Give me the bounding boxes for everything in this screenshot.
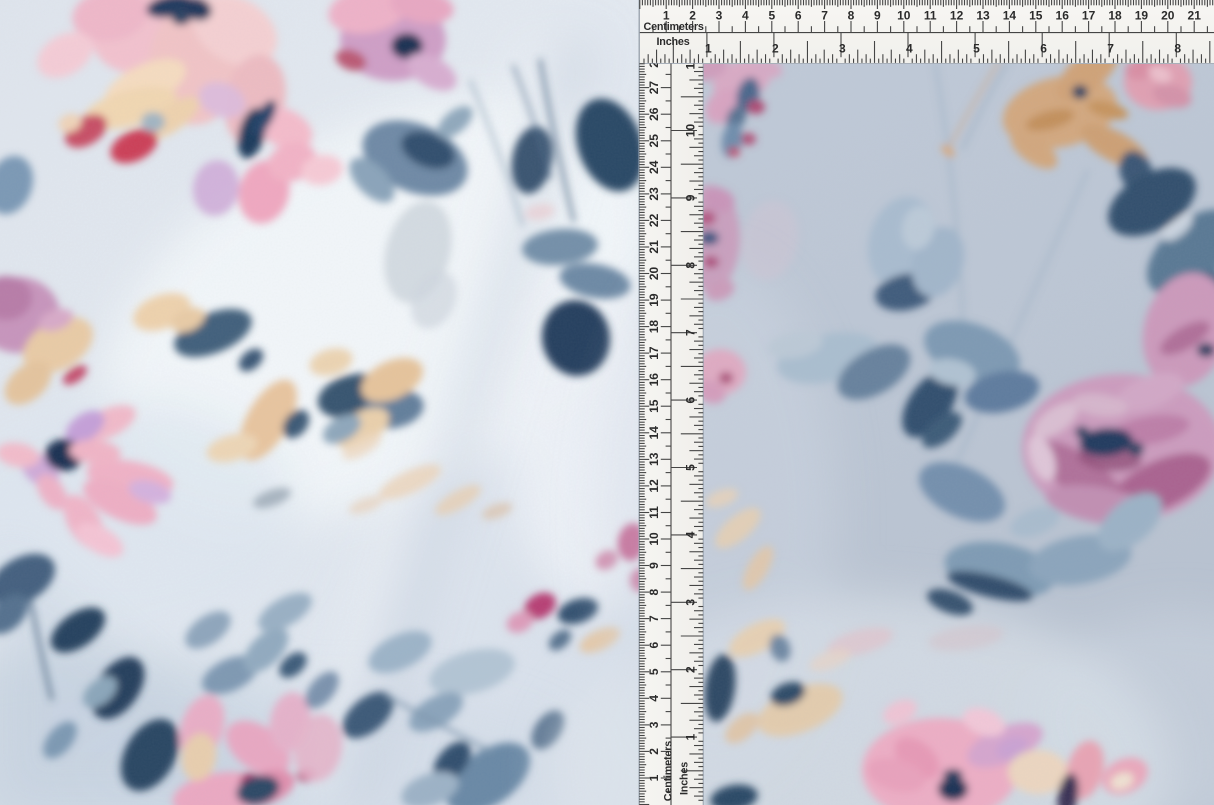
- svg-text:9: 9: [684, 194, 698, 201]
- svg-text:1: 1: [647, 774, 661, 781]
- svg-text:18: 18: [1108, 8, 1122, 22]
- svg-text:25: 25: [647, 134, 661, 148]
- svg-text:22: 22: [647, 213, 661, 227]
- svg-text:19: 19: [647, 293, 661, 307]
- svg-text:8: 8: [647, 588, 661, 595]
- svg-text:27: 27: [647, 81, 661, 95]
- svg-text:Centimeters: Centimeters: [644, 21, 704, 33]
- svg-text:6: 6: [647, 642, 661, 649]
- svg-text:20: 20: [647, 267, 661, 281]
- svg-text:6: 6: [1040, 42, 1047, 56]
- svg-text:17: 17: [647, 346, 661, 360]
- svg-text:3: 3: [647, 721, 661, 728]
- svg-text:10: 10: [647, 532, 661, 546]
- svg-text:1: 1: [663, 8, 670, 22]
- svg-text:7: 7: [821, 8, 828, 22]
- svg-text:21: 21: [647, 240, 661, 254]
- svg-text:16: 16: [1056, 8, 1070, 22]
- svg-text:21: 21: [1188, 8, 1202, 22]
- svg-text:5: 5: [647, 668, 661, 675]
- svg-text:13: 13: [647, 452, 661, 466]
- svg-text:15: 15: [647, 399, 661, 413]
- svg-text:11: 11: [647, 506, 661, 519]
- svg-text:1: 1: [705, 42, 712, 56]
- svg-text:5: 5: [973, 42, 980, 56]
- svg-text:12: 12: [647, 479, 661, 493]
- svg-text:5: 5: [768, 8, 775, 22]
- svg-text:7: 7: [647, 615, 661, 622]
- svg-text:3: 3: [839, 42, 846, 56]
- svg-text:23: 23: [647, 187, 661, 201]
- svg-text:20: 20: [1161, 8, 1175, 22]
- svg-text:12: 12: [950, 8, 964, 22]
- svg-text:26: 26: [647, 107, 661, 121]
- svg-text:7: 7: [1107, 42, 1114, 56]
- svg-text:3: 3: [684, 599, 698, 606]
- svg-text:9: 9: [874, 8, 881, 22]
- svg-text:6: 6: [795, 8, 802, 22]
- svg-text:14: 14: [647, 426, 661, 440]
- svg-text:11: 11: [924, 8, 937, 22]
- svg-text:4: 4: [906, 42, 913, 56]
- svg-text:1: 1: [684, 733, 698, 740]
- svg-text:10: 10: [684, 124, 698, 138]
- svg-text:16: 16: [647, 373, 661, 387]
- svg-text:4: 4: [684, 531, 698, 538]
- svg-text:8: 8: [848, 8, 855, 22]
- svg-text:9: 9: [647, 562, 661, 569]
- svg-text:Inches: Inches: [657, 36, 690, 48]
- svg-text:2: 2: [684, 666, 698, 673]
- svg-text:2: 2: [689, 8, 696, 22]
- svg-text:4: 4: [742, 8, 749, 22]
- svg-text:13: 13: [976, 8, 990, 22]
- svg-text:7: 7: [684, 329, 698, 336]
- svg-text:5: 5: [684, 464, 698, 471]
- svg-text:Inches: Inches: [679, 762, 691, 795]
- svg-text:19: 19: [1135, 8, 1149, 22]
- svg-text:Centimeters: Centimeters: [663, 741, 675, 801]
- svg-text:3: 3: [716, 8, 723, 22]
- svg-text:4: 4: [647, 695, 661, 702]
- svg-text:6: 6: [684, 396, 698, 403]
- svg-text:17: 17: [1082, 8, 1096, 22]
- svg-text:2: 2: [647, 748, 661, 755]
- svg-text:24: 24: [647, 160, 661, 174]
- svg-text:8: 8: [684, 262, 698, 269]
- svg-text:2: 2: [772, 42, 779, 56]
- svg-text:14: 14: [1003, 8, 1017, 22]
- svg-text:18: 18: [647, 320, 661, 334]
- svg-text:10: 10: [897, 8, 911, 22]
- svg-text:15: 15: [1029, 8, 1043, 22]
- svg-text:8: 8: [1174, 42, 1181, 56]
